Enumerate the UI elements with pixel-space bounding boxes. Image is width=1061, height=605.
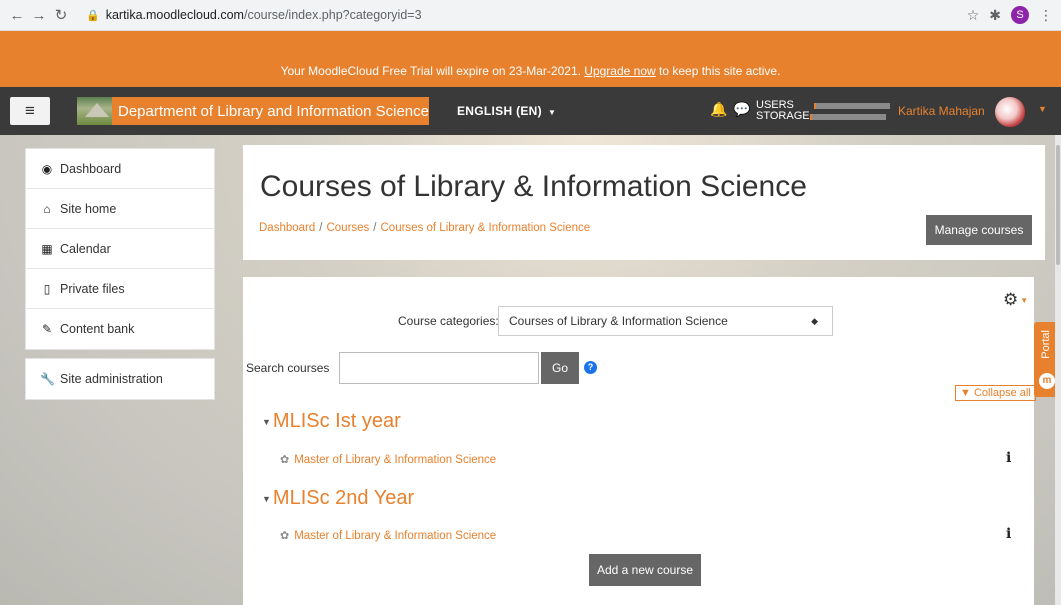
language-label: ENGLISH (EN) [457,104,542,118]
profile-avatar[interactable]: S [1011,6,1029,24]
course-name: Master of Library & Information Science [294,530,497,542]
drawer-item-label: Site home [60,201,117,216]
page-title: Courses of Library & Information Science [260,170,807,203]
breadcrumb-separator: / [373,222,377,234]
collapse-all-label: Collapse all [973,387,1031,399]
reload-icon[interactable]: ↻ [50,6,72,24]
select-arrows-icon: ◆ [811,316,818,326]
search-courses-input[interactable] [339,352,539,384]
breadcrumb-item-dashboard[interactable]: Dashboard [259,222,315,234]
settings-menu[interactable]: ⚙ ▼ [1003,290,1028,310]
drawer-item-label: Site administration [60,372,163,386]
site-name: Department of Library and Information Sc… [118,102,429,120]
extensions-icon[interactable]: ✱ [989,7,1001,24]
scrollbar-thumb[interactable] [1056,145,1060,265]
bell-icon[interactable]: 🔔 [710,101,727,118]
info-icon[interactable]: i [1006,526,1011,542]
category-name: MLISc 2nd Year [272,487,415,509]
course-icon: ✿ [280,530,290,542]
star-icon[interactable]: ☆ [967,7,980,24]
trial-notice: Your MoodleCloud Free Trial will expire … [0,31,1061,87]
drawer-main-group: ◉ Dashboard ⌂ Site home ▦ Calendar ▯ Pri… [25,148,215,350]
language-menu[interactable]: ENGLISH (EN) ▼ [457,104,556,118]
drawer-toggle-button[interactable]: ≡ [10,97,50,125]
breadcrumb-item-courses[interactable]: Courses [326,222,369,234]
portal-label: Portal [1040,330,1052,359]
moodle-m-icon: m [1039,373,1055,389]
go-button[interactable]: Go [541,352,579,384]
wrench-icon: 🔧 [40,372,55,386]
users-usage-bar [814,103,890,109]
site-brand-link[interactable]: Department of Library and Information Sc… [77,97,429,125]
drawer-item-label: Private files [60,281,125,296]
user-avatar[interactable] [995,97,1025,127]
brush-icon: ✎ [41,322,53,336]
caret-down-icon: ▼ [547,108,557,117]
forward-icon[interactable]: → [28,7,50,24]
drawer-item-private-files[interactable]: ▯ Private files [26,269,214,309]
gear-icon: ⚙ [1003,290,1019,309]
drawer-item-label: Content bank [60,322,135,336]
caret-down-icon: ▼ [1020,296,1029,306]
category-select-value: Courses of Library & Information Science [509,314,728,328]
dashboard-icon: ◉ [41,161,53,176]
nav-drawer: ◉ Dashboard ⌂ Site home ▦ Calendar ▯ Pri… [25,148,215,400]
category-heading[interactable]: ▼ MLISc 2nd Year [262,487,414,510]
address-bar[interactable]: 🔒 kartika.moodlecloud.com/course/index.p… [78,3,1008,27]
chat-icon[interactable]: 💬 [733,101,750,118]
course-link[interactable]: ✿ Master of Library & Information Science [280,529,496,542]
category-select-label: Course categories: [398,314,499,328]
drawer-item-content-bank[interactable]: ✎ Content bank [26,309,214,349]
help-icon[interactable]: ? [584,361,597,374]
course-link[interactable]: ✿ Master of Library & Information Science [280,453,496,466]
file-icon: ▯ [43,281,51,296]
notice-text-after: to keep this site active. [655,64,781,78]
menu-kebab-icon[interactable]: ⋮ [1039,7,1053,24]
course-icon: ✿ [280,454,290,466]
back-icon[interactable]: ← [6,7,28,24]
course-name: Master of Library & Information Science [294,454,497,466]
calendar-icon: ▦ [41,241,53,256]
page-header: Courses of Library & Information Science… [243,145,1045,260]
search-courses-label: Search courses [246,361,330,375]
drawer-item-label: Calendar [60,241,111,256]
category-heading[interactable]: ▼ MLISc Ist year [262,410,401,433]
user-name[interactable]: Kartika Mahajan [898,104,985,118]
drawer-admin-group: 🔧 Site administration [25,358,215,400]
add-new-course-button[interactable]: Add a new course [589,554,701,586]
drawer-item-site-administration[interactable]: 🔧 Site administration [26,359,214,399]
user-menu-caret-icon[interactable]: ▼ [1038,104,1047,114]
page-scrollbar[interactable] [1055,135,1061,605]
home-icon: ⌂ [43,201,51,216]
upgrade-link[interactable]: Upgrade now [584,64,655,78]
category-select[interactable]: Courses of Library & Information Science… [498,306,833,336]
top-navbar: ≡ Department of Library and Information … [0,87,1061,135]
expand-triangle-icon: ▼ [262,493,271,504]
collapse-all-link[interactable]: ▼ Collapse all [955,385,1036,401]
site-logo [77,97,112,125]
url-host: kartika.moodlecloud.com [105,8,244,22]
drawer-item-calendar[interactable]: ▦ Calendar [26,229,214,269]
browser-toolbar: ← → ↻ 🔒 kartika.moodlecloud.com/course/i… [0,0,1061,31]
breadcrumb-item-category[interactable]: Courses of Library & Information Science [381,222,591,234]
storage-usage-bar [810,114,886,120]
drawer-item-label: Dashboard [60,161,122,176]
expand-triangle-icon: ▼ [262,416,271,427]
category-name: MLISc Ist year [272,410,401,432]
breadcrumb: Dashboard / Courses / Courses of Library & I… [259,222,590,234]
manage-courses-button[interactable]: Manage courses [926,215,1032,245]
main-content: ⚙ ▼ Course categories: Courses of Library… [243,277,1036,605]
url-path: /course/index.php?categoryid=3 [243,8,422,22]
drawer-item-site-home[interactable]: ⌂ Site home [26,189,214,229]
lock-icon: 🔒 [86,9,100,22]
notice-text-before: Your MoodleCloud Free Trial will expire … [280,64,585,78]
breadcrumb-separator: / [319,222,323,234]
drawer-item-dashboard[interactable]: ◉ Dashboard [26,149,214,189]
storage-label: STORAGE [756,110,810,122]
info-icon[interactable]: i [1006,450,1011,466]
